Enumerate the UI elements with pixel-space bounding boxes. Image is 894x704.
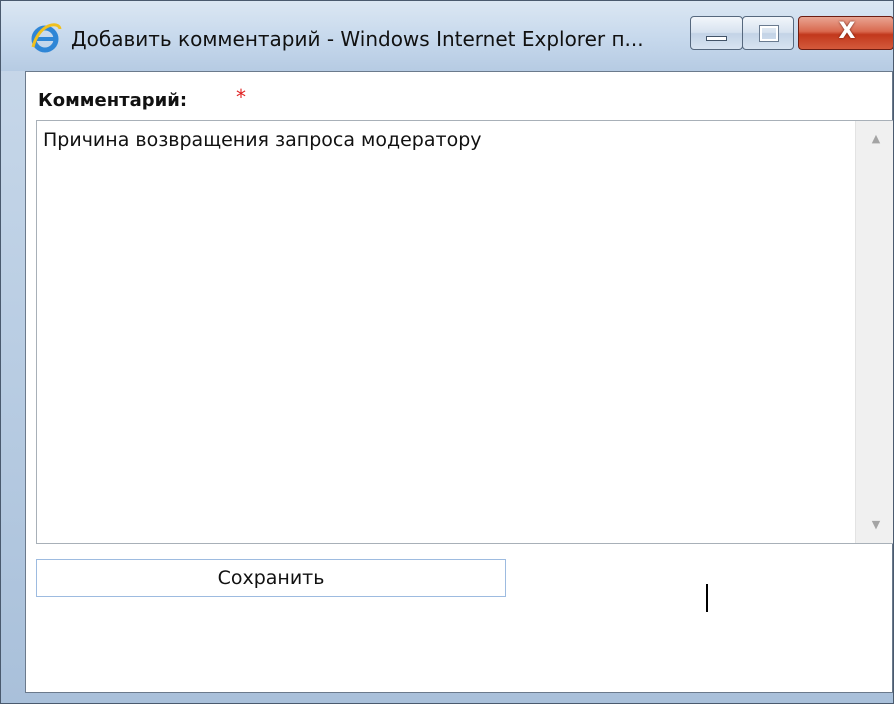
window-title: Добавить комментарий - Windows Internet … [71,27,644,51]
minimize-button[interactable] [690,16,743,50]
dialog-content: Комментарий: * Причина возвращения запро… [25,71,893,693]
text-cursor-icon [706,584,708,612]
scroll-down-arrow-icon[interactable]: ▼ [856,507,893,543]
textarea-scrollbar[interactable]: ▲ ▼ [855,121,893,543]
scroll-up-arrow-icon[interactable]: ▲ [856,121,893,157]
close-button[interactable]: X [798,16,893,50]
browser-window: Добавить комментарий - Windows Internet … [0,0,894,704]
caption-buttons: X [690,16,893,50]
comment-label: Комментарий: [38,90,188,111]
ie-icon [31,23,62,53]
save-button[interactable]: Сохранить [36,559,506,597]
comment-text: Причина возвращения запроса модератору [43,129,482,151]
required-marker: * [236,85,246,109]
close-icon: X [838,19,856,44]
title-bar[interactable]: Добавить комментарий - Windows Internet … [1,1,893,71]
maximize-button[interactable] [742,16,794,50]
comment-textarea[interactable]: Причина возвращения запроса модератору ▲… [36,120,893,544]
maximize-icon [759,25,779,42]
minimize-icon [706,36,727,41]
